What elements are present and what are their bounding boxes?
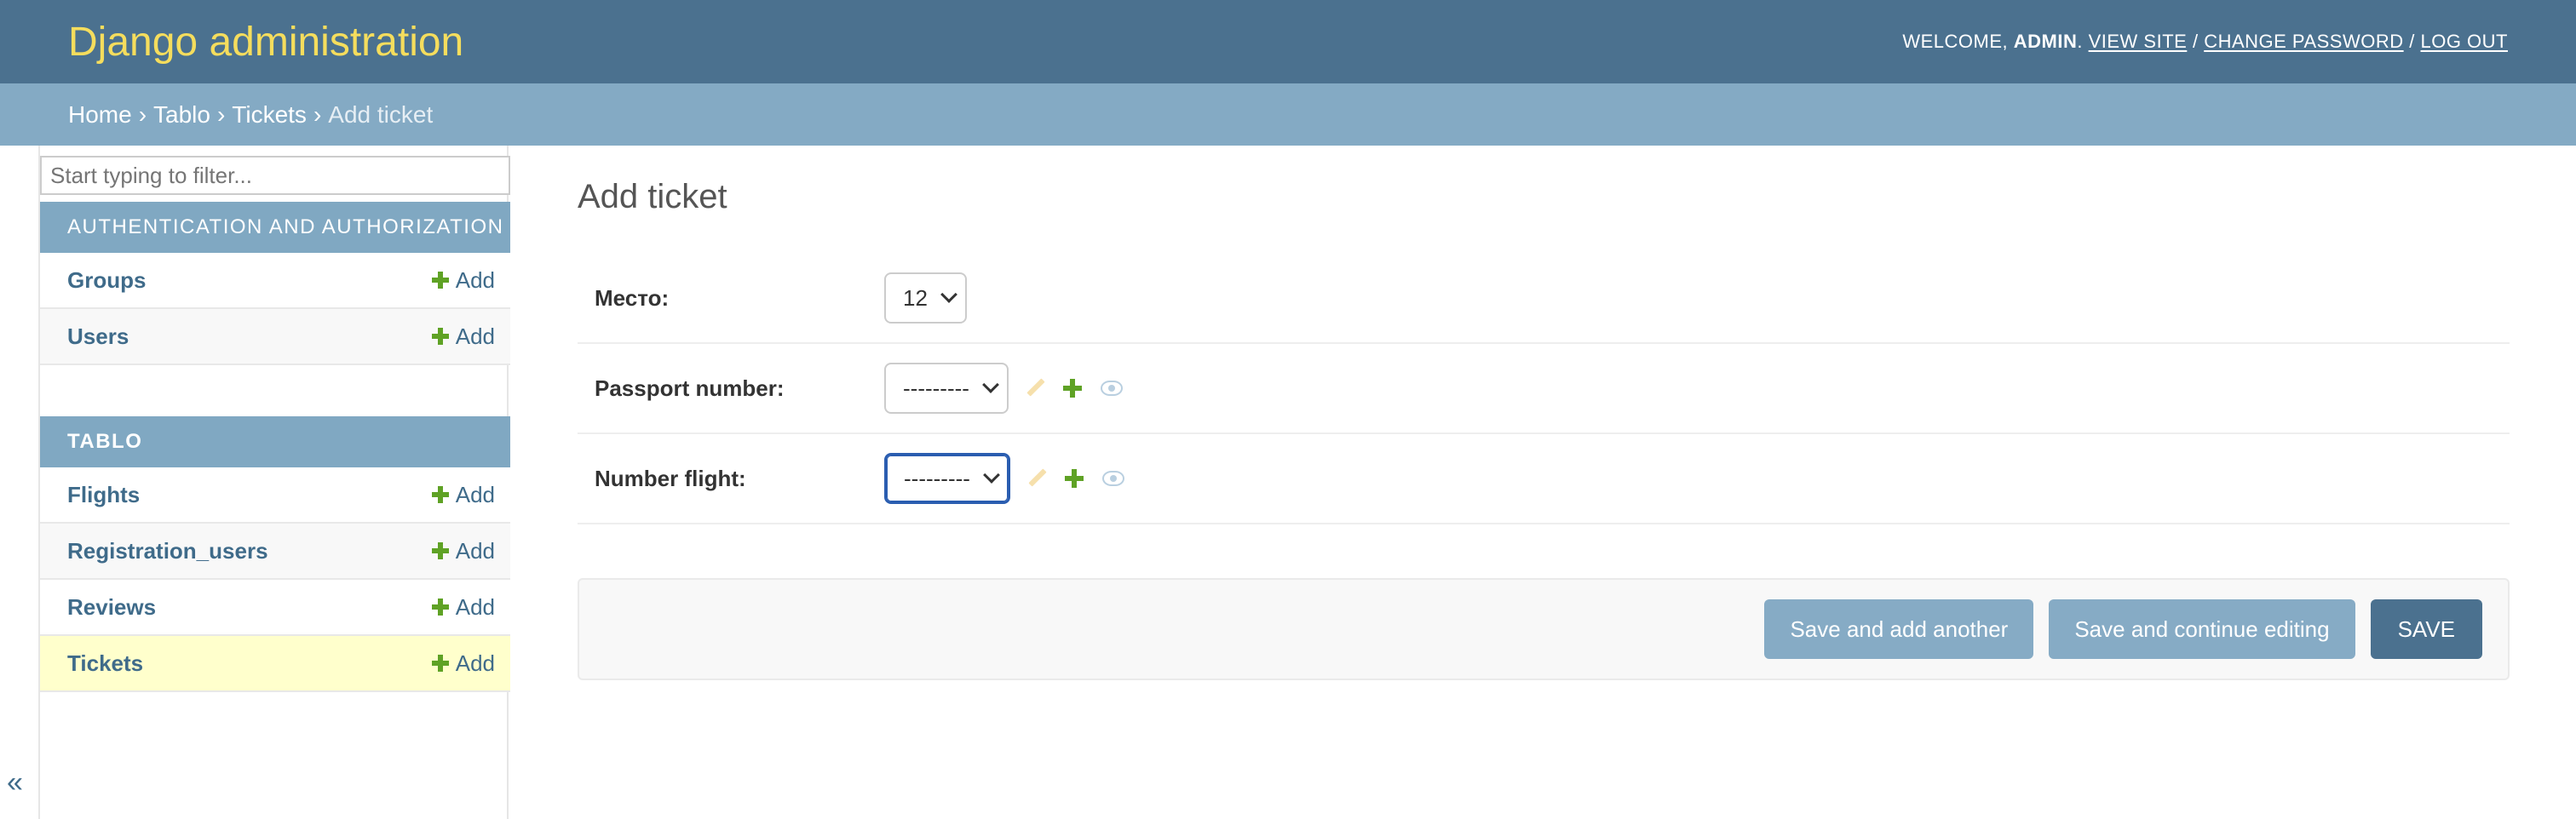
breadcrumb-current: Add ticket (328, 100, 434, 128)
sidebar-item-groups: Groups Add (40, 253, 510, 309)
breadcrumb-separator: › (313, 100, 322, 128)
sidebar-item-registration-users: Registration_users Add (40, 524, 510, 580)
chevron-down-icon (940, 286, 957, 303)
add-label: Add (455, 650, 495, 676)
model-link-users[interactable]: Users (67, 324, 129, 350)
user-tools-sep: / (2187, 31, 2205, 52)
form-row-passport-number: Passport number: --------- (578, 344, 2510, 434)
page-title: Add ticket (578, 178, 727, 215)
select-value: 12 (903, 284, 928, 311)
pencil-icon[interactable] (1027, 469, 1046, 488)
plus-icon (431, 328, 449, 345)
form-row-mesto: Место: 12 (578, 254, 2510, 344)
pencil-icon[interactable] (1026, 379, 1044, 398)
add-registration-users-link[interactable]: Add (431, 537, 495, 564)
select-value: --------- (903, 375, 969, 401)
select-value: --------- (904, 465, 970, 491)
save-button[interactable]: SAVE (2370, 599, 2482, 659)
model-link-groups[interactable]: Groups (67, 267, 146, 294)
model-link-registration-users[interactable]: Registration_users (67, 538, 268, 564)
add-label: Add (455, 481, 495, 507)
chevron-down-icon (982, 376, 999, 393)
model-link-flights[interactable]: Flights (67, 482, 140, 508)
chevron-down-icon (983, 467, 1000, 484)
breadcrumb-app[interactable]: Tablo (153, 101, 210, 129)
add-flights-link[interactable]: Add (431, 481, 495, 508)
add-label: Add (455, 537, 495, 564)
related-widget-actions (1026, 379, 1123, 398)
related-widget-actions (1027, 469, 1124, 488)
field-label-mesto: Место: (595, 284, 670, 311)
change-password-link[interactable]: CHANGE PASSWORD (2204, 31, 2403, 52)
user-tools: WELCOME, ADMIN. VIEW SITE / CHANGE PASSW… (1902, 31, 2508, 53)
welcome-text: WELCOME, (1902, 31, 2014, 52)
view-site-link[interactable]: VIEW SITE (2089, 31, 2188, 52)
nav-sidebar: AUTHENTICATION AND AUTHORIZATION Groups … (38, 146, 510, 819)
breadcrumb-home[interactable]: Home (68, 101, 132, 129)
model-link-tickets[interactable]: Tickets (67, 650, 143, 677)
add-groups-link[interactable]: Add (431, 266, 495, 294)
field-label-number-flight: Number flight: (595, 465, 746, 491)
submit-row: Save and add another Save and continue e… (578, 578, 2510, 680)
log-out-link[interactable]: LOG OUT (2420, 31, 2508, 52)
breadcrumb-model[interactable]: Tickets (232, 101, 307, 129)
collapse-sidebar-icon[interactable]: « (7, 766, 23, 799)
header: Django administration WELCOME, ADMIN. VI… (0, 0, 2576, 83)
save-and-add-another-button[interactable]: Save and add another (1764, 599, 2034, 659)
site-brand[interactable]: Django administration (68, 19, 463, 66)
breadcrumb-separator: › (216, 100, 226, 128)
eye-icon[interactable] (1100, 381, 1123, 396)
add-tickets-link[interactable]: Add (431, 650, 495, 677)
eye-icon[interactable] (1101, 471, 1124, 486)
passport-number-select[interactable]: --------- (884, 363, 1009, 414)
add-users-link[interactable]: Add (431, 323, 495, 350)
plus-icon (431, 655, 449, 672)
module-caption-auth[interactable]: AUTHENTICATION AND AUTHORIZATION (40, 202, 510, 253)
breadcrumb: Home › Tablo › Tickets › Add ticket (0, 83, 2576, 146)
sidebar-item-users: Users Add (40, 309, 510, 365)
save-and-continue-button[interactable]: Save and continue editing (2049, 599, 2355, 659)
plus-icon (431, 272, 449, 289)
nav-filter-input[interactable] (40, 156, 510, 195)
module-caption-tablo[interactable]: TABLO (40, 416, 510, 467)
plus-icon[interactable] (1064, 469, 1084, 488)
sidebar-item-reviews: Reviews Add (40, 580, 510, 636)
plus-icon (431, 598, 449, 616)
breadcrumb-separator: › (138, 100, 147, 128)
add-label: Add (455, 593, 495, 620)
number-flight-select[interactable]: --------- (884, 453, 1010, 504)
plus-icon (431, 542, 449, 559)
plus-icon (431, 486, 449, 503)
user-tools-sep: / (2403, 31, 2421, 52)
form-row-number-flight: Number flight: --------- (578, 434, 2510, 524)
sidebar-item-tickets: Tickets Add (40, 636, 510, 692)
user-tools-punct: . (2077, 31, 2089, 52)
model-link-reviews[interactable]: Reviews (67, 594, 156, 621)
add-label: Add (455, 323, 495, 349)
add-label: Add (455, 266, 495, 293)
sidebar-item-flights: Flights Add (40, 467, 510, 524)
mesto-select[interactable]: 12 (884, 272, 967, 324)
field-label-passport-number: Passport number: (595, 375, 785, 401)
username: ADMIN (2013, 31, 2078, 52)
plus-icon[interactable] (1062, 379, 1082, 398)
add-reviews-link[interactable]: Add (431, 593, 495, 621)
